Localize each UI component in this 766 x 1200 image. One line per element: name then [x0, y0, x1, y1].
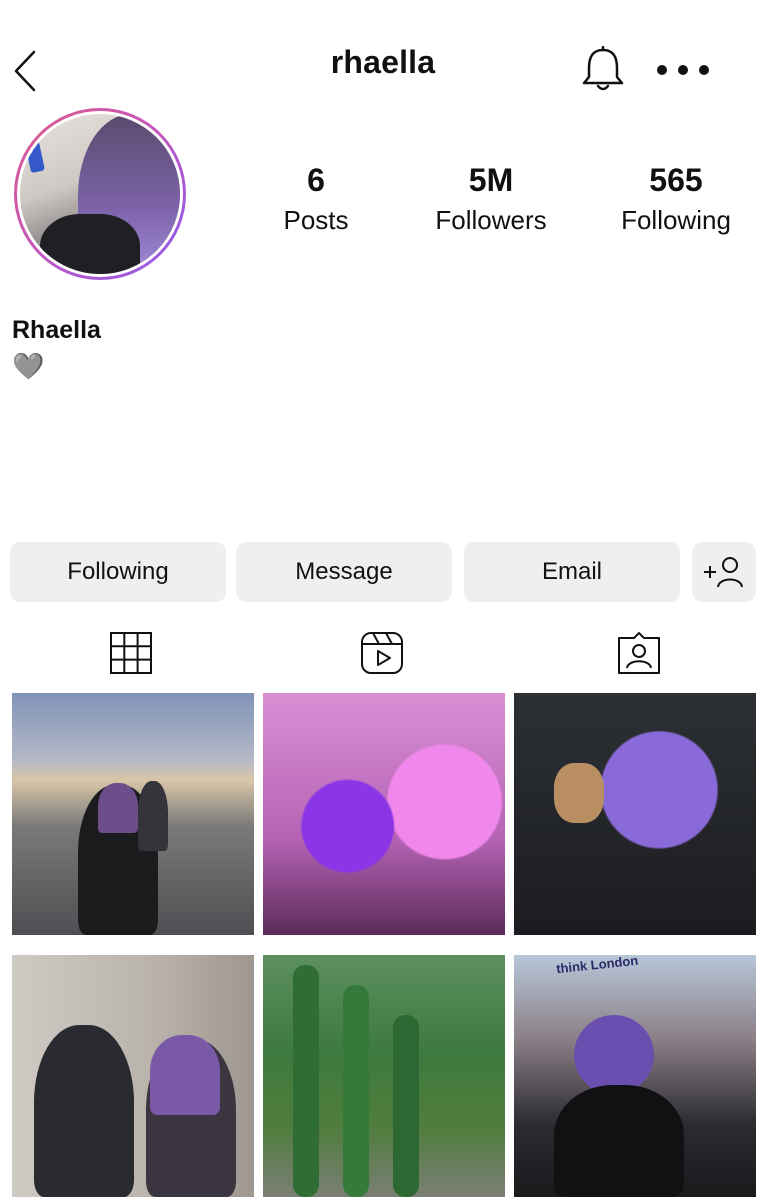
display-name: Rhaella	[12, 316, 101, 344]
following-button[interactable]: Following	[10, 542, 226, 602]
post-thumbnail[interactable]	[514, 693, 756, 935]
avatar-photo	[17, 111, 183, 277]
add-user-icon	[704, 557, 743, 588]
email-button[interactable]: Email	[464, 542, 680, 602]
avatar[interactable]	[14, 108, 186, 280]
suggest-users-button[interactable]	[692, 542, 756, 602]
post-thumbnail[interactable]: think London	[514, 955, 756, 1197]
stat-posts-value: 6	[307, 162, 325, 198]
reels-icon	[361, 632, 403, 674]
tab-tagged[interactable]	[616, 630, 662, 676]
grid-icon	[110, 632, 152, 674]
stat-following[interactable]: 565 Following	[596, 160, 756, 240]
more-options-button[interactable]	[648, 56, 718, 84]
bio-text: 🩶	[12, 351, 45, 381]
post-thumbnail[interactable]	[263, 955, 505, 1197]
stat-posts[interactable]: 6 Posts	[236, 160, 396, 240]
stat-posts-label: Posts	[283, 205, 349, 235]
stat-followers-label: Followers	[435, 205, 547, 235]
tab-posts[interactable]	[108, 630, 154, 676]
more-horizontal-icon	[657, 65, 709, 75]
stat-followers-value: 5M	[468, 162, 514, 198]
message-button[interactable]: Message	[236, 542, 452, 602]
stat-following-value: 565	[649, 162, 703, 198]
post-thumbnail[interactable]	[12, 693, 254, 935]
tab-reels[interactable]	[359, 630, 405, 676]
stat-following-label: Following	[621, 205, 731, 235]
stat-followers[interactable]: 5M Followers	[411, 160, 571, 240]
bell-icon	[582, 45, 624, 91]
notification-button[interactable]	[578, 45, 628, 94]
post-caption-text: think London	[555, 955, 639, 977]
post-thumbnail[interactable]	[263, 693, 505, 935]
post-thumbnail[interactable]	[12, 955, 254, 1197]
tagged-icon	[618, 632, 660, 674]
